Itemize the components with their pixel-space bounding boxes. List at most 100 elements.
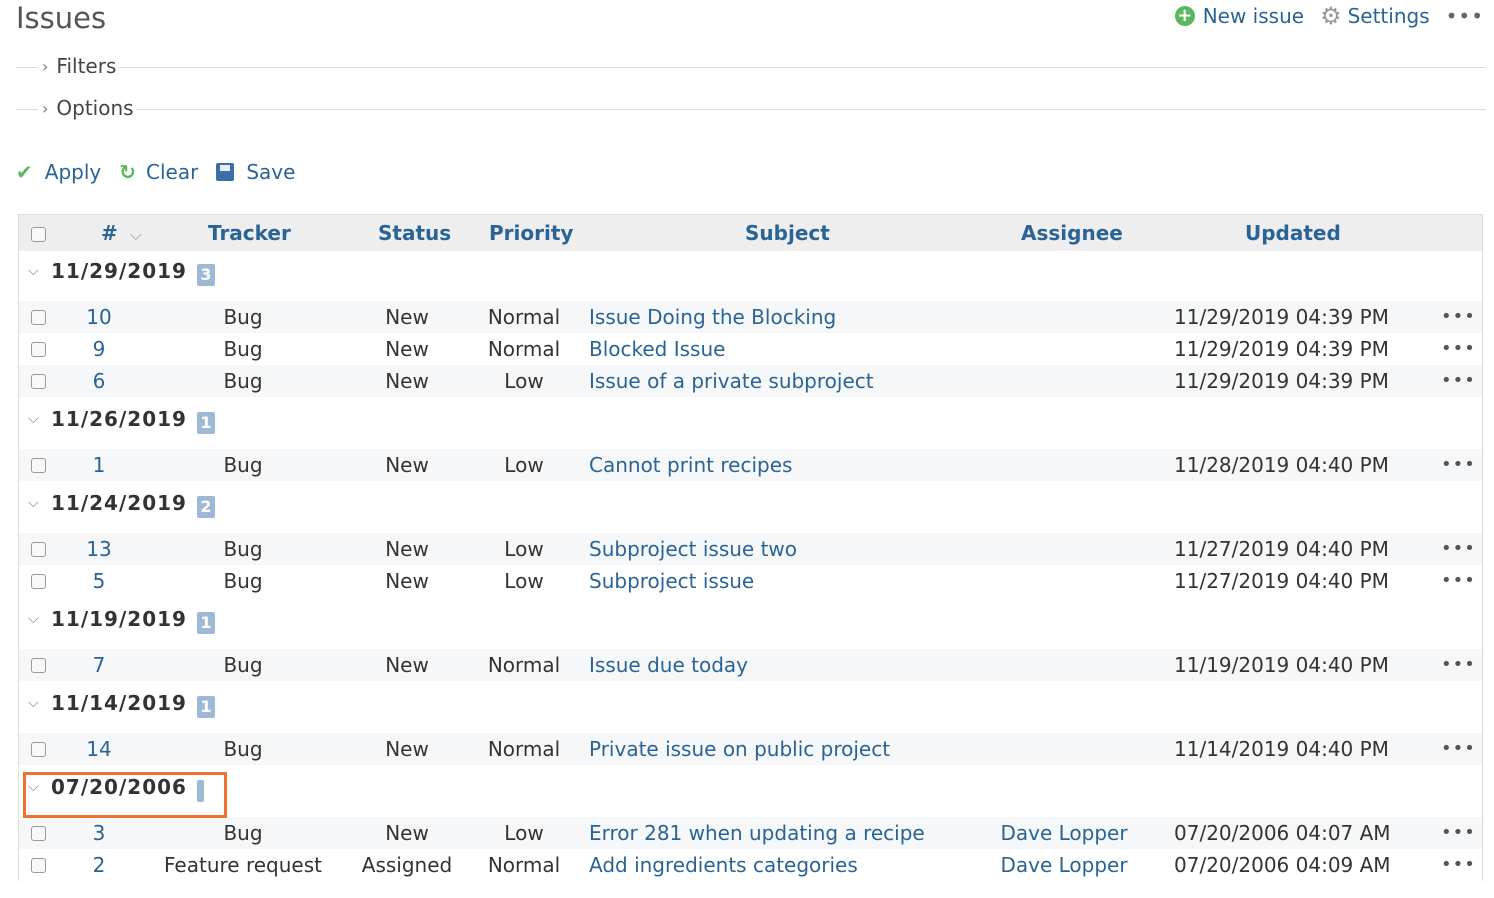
col-header-priority[interactable]: Priority [489,215,573,251]
issue-priority: Normal [487,853,561,877]
issue-status: New [385,653,429,677]
chevron-down-icon[interactable]: ⌵ [28,695,39,711]
issue-tracker: Bug [223,653,263,677]
table-row[interactable]: 3 Bug New Low Error 281 when updating a reci… [19,817,1482,849]
issue-subject-link[interactable]: Private issue on public project [589,733,890,765]
group-header[interactable]: ⌵ 11/19/2019 1 [19,599,1482,650]
issue-subject-link[interactable]: Add ingredients categories [589,849,858,881]
col-header-assignee[interactable]: Assignee [1021,215,1123,251]
sort-desc-icon: ⌵ [129,225,142,244]
row-actions-icon[interactable]: ••• [1441,849,1476,881]
row-checkbox[interactable] [31,574,46,589]
row-actions-icon[interactable]: ••• [1441,817,1476,849]
issue-id-link[interactable]: 7 [93,649,106,681]
table-row[interactable]: 6 Bug New Low Issue of a private subproject 1… [19,365,1482,397]
issue-id-link[interactable]: 9 [93,333,106,365]
issue-id-link[interactable]: 2 [93,849,106,881]
options-fieldset: › Options [16,96,1486,120]
group-count-badge: 1 [197,612,215,634]
issue-subject-link[interactable]: Issue due today [589,649,748,681]
issue-subject-link[interactable]: Cannot print recipes [589,449,792,481]
row-actions-icon[interactable]: ••• [1441,365,1476,397]
clear-button[interactable]: ↻ Clear [119,160,198,184]
row-checkbox[interactable] [31,826,46,841]
group-header[interactable]: ⌵ 11/29/2019 3 [19,251,1482,302]
options-toggle[interactable]: › Options [38,96,136,120]
row-checkbox[interactable] [31,310,46,325]
row-checkbox[interactable] [31,742,46,757]
group-header[interactable]: ⌵ 11/24/2019 2 [19,483,1482,534]
issue-id-link[interactable]: 5 [93,565,106,597]
gear-icon: ⚙ [1320,2,1342,30]
settings-link[interactable]: ⚙ Settings [1320,4,1430,28]
issue-subject-link[interactable]: Error 281 when updating a recipe [589,817,925,849]
row-checkbox[interactable] [31,374,46,389]
table-row[interactable]: 10 Bug New Normal Issue Doing the Blocking 11… [19,301,1482,333]
more-actions-icon[interactable]: ••• [1446,4,1484,28]
table-row[interactable]: 5 Bug New Low Subproject issue 11/27/2019 04:… [19,565,1482,597]
new-issue-link[interactable]: + New issue [1174,4,1304,28]
filters-label: Filters [56,54,117,78]
row-actions-icon[interactable]: ••• [1441,333,1476,365]
divider [16,67,1486,68]
issue-assignee-link[interactable]: Dave Lopper [1000,817,1127,849]
row-checkbox[interactable] [31,458,46,473]
save-icon [216,163,235,181]
table-row[interactable]: 14 Bug New Normal Private issue on public pr… [19,733,1482,765]
divider [16,109,1486,110]
table-row[interactable]: 1 Bug New Low Cannot print recipes 11/28/2019… [19,449,1482,481]
col-header-id[interactable]: # ⌵ [101,215,142,253]
table-row[interactable]: 7 Bug New Normal Issue due today 11/19/2019 0… [19,649,1482,681]
issue-subject-link[interactable]: Issue Doing the Blocking [589,301,836,333]
group-label: 11/19/2019 [51,607,187,631]
row-actions-icon[interactable]: ••• [1441,649,1476,681]
issue-subject-link[interactable]: Issue of a private subproject [589,365,874,397]
issue-id-link[interactable]: 13 [86,533,111,565]
select-all-checkbox[interactable] [31,227,46,242]
table-header: # ⌵ Tracker Status Priority Subject Assig… [19,215,1482,251]
issue-subject-link[interactable]: Blocked Issue [589,333,725,365]
add-icon: + [1174,6,1195,26]
row-checkbox[interactable] [31,658,46,673]
issue-assignee-link[interactable]: Dave Lopper [1000,849,1127,881]
issue-status: New [385,537,429,561]
issue-id-link[interactable]: 1 [93,449,106,481]
row-checkbox[interactable] [31,342,46,357]
issue-tracker: Bug [223,369,263,393]
group-label: 11/24/2019 [51,491,187,515]
col-header-status[interactable]: Status [378,215,451,251]
group-header[interactable]: ⌵ 07/20/2006 [19,767,1482,818]
issue-id-link[interactable]: 6 [93,365,106,397]
save-label: Save [246,160,296,184]
group-header[interactable]: ⌵ 11/26/2019 1 [19,399,1482,450]
apply-button[interactable]: ✔ Apply [16,160,101,184]
row-actions-icon[interactable]: ••• [1441,449,1476,481]
filters-toggle[interactable]: › Filters [38,54,119,78]
col-header-subject[interactable]: Subject [745,215,830,251]
issue-id-link[interactable]: 14 [86,733,111,765]
save-button[interactable]: Save [216,160,295,184]
chevron-down-icon[interactable]: ⌵ [28,411,39,427]
table-row[interactable]: 13 Bug New Low Subproject issue two 11/27/201… [19,533,1482,565]
row-actions-icon[interactable]: ••• [1441,533,1476,565]
row-actions-icon[interactable]: ••• [1441,565,1476,597]
issue-subject-link[interactable]: Subproject issue two [589,533,797,565]
group-count-badge: 3 [197,264,215,286]
row-actions-icon[interactable]: ••• [1441,301,1476,333]
issue-subject-link[interactable]: Subproject issue [589,565,754,597]
table-row[interactable]: 2 Feature request Assigned Normal Add ingred… [19,849,1482,881]
issue-tracker: Bug [223,537,263,561]
row-checkbox[interactable] [31,542,46,557]
chevron-down-icon[interactable]: ⌵ [28,611,39,627]
issue-id-link[interactable]: 3 [93,817,106,849]
group-header[interactable]: ⌵ 11/14/2019 1 [19,683,1482,734]
col-header-tracker[interactable]: Tracker [208,215,291,251]
row-checkbox[interactable] [31,858,46,873]
chevron-down-icon[interactable]: ⌵ [28,263,39,279]
table-row[interactable]: 9 Bug New Normal Blocked Issue 11/29/2019 04:… [19,333,1482,365]
col-header-updated[interactable]: Updated [1245,215,1341,251]
issue-updated: 11/29/2019 04:39 PM [1174,337,1389,361]
chevron-down-icon[interactable]: ⌵ [28,495,39,511]
issue-id-link[interactable]: 10 [86,301,111,333]
row-actions-icon[interactable]: ••• [1441,733,1476,765]
